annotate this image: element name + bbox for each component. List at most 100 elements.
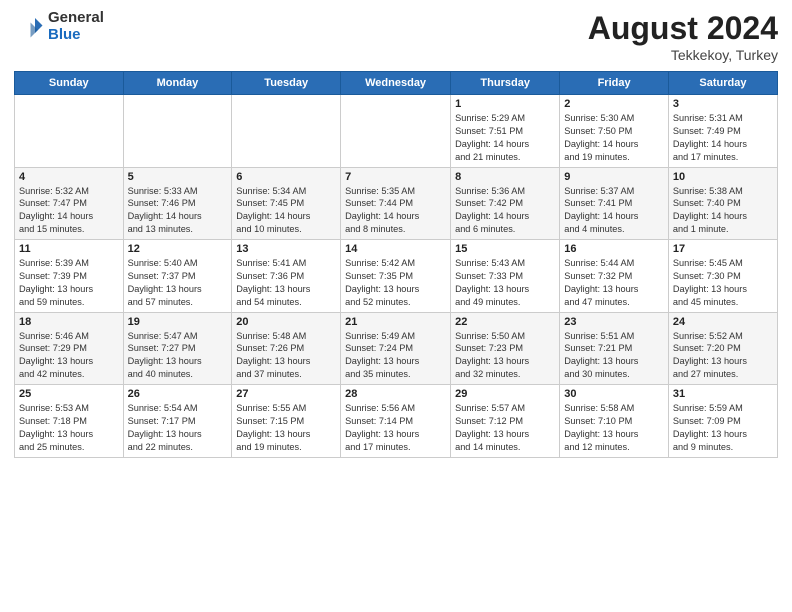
- calendar-table: Sunday Monday Tuesday Wednesday Thursday…: [14, 71, 778, 458]
- day-number: 7: [345, 171, 446, 183]
- day-info: Sunrise: 5:58 AM Sunset: 7:10 PM Dayligh…: [564, 402, 664, 454]
- table-row: 17 Sunrise: 5:45 AM Sunset: 7:30 PM Dayli…: [668, 240, 777, 313]
- table-row: 19 Sunrise: 5:47 AM Sunset: 7:27 PM Dayli…: [123, 312, 232, 385]
- day-number: 14: [345, 243, 446, 255]
- day-info: Sunrise: 5:59 AM Sunset: 7:09 PM Dayligh…: [673, 402, 773, 454]
- logo-blue: Blue: [48, 27, 104, 44]
- table-row: 23Sunrise: 5:51 AM Sunset: 7:21 PM Dayli…: [560, 312, 669, 385]
- day-number: 6: [236, 171, 336, 183]
- calendar-week-row: 25 Sunrise: 5:53 AM Sunset: 7:18 PM Dayli…: [15, 385, 778, 458]
- day-info: Sunrise: 5:31 AM Sunset: 7:49 PM Dayligh…: [673, 112, 773, 164]
- table-row: 1 Sunrise: 5:29 AM Sunset: 7:51 PM Daylig…: [451, 95, 560, 168]
- day-number: 8: [455, 171, 555, 183]
- day-number: 19: [128, 316, 228, 328]
- logo: General Blue: [14, 10, 104, 43]
- day-info: Sunrise: 5:38 AM Sunset: 7:40 PM Dayligh…: [673, 185, 773, 237]
- table-row: 13Sunrise: 5:41 AM Sunset: 7:36 PM Dayli…: [232, 240, 341, 313]
- calendar-week-row: 4 Sunrise: 5:32 AM Sunset: 7:47 PM Daylig…: [15, 167, 778, 240]
- table-row: [341, 95, 451, 168]
- day-number: 22: [455, 316, 555, 328]
- table-row: 29Sunrise: 5:57 AM Sunset: 7:12 PM Dayli…: [451, 385, 560, 458]
- day-number: 1: [455, 98, 555, 110]
- table-row: 15Sunrise: 5:43 AM Sunset: 7:33 PM Dayli…: [451, 240, 560, 313]
- table-row: 24Sunrise: 5:52 AM Sunset: 7:20 PM Dayli…: [668, 312, 777, 385]
- col-tuesday: Tuesday: [232, 72, 341, 95]
- day-info: Sunrise: 5:39 AM Sunset: 7:39 PM Dayligh…: [19, 257, 119, 309]
- table-row: 31 Sunrise: 5:59 AM Sunset: 7:09 PM Dayli…: [668, 385, 777, 458]
- day-info: Sunrise: 5:34 AM Sunset: 7:45 PM Dayligh…: [236, 185, 336, 237]
- table-row: 21 Sunrise: 5:49 AM Sunset: 7:24 PM Dayli…: [341, 312, 451, 385]
- day-number: 5: [128, 171, 228, 183]
- title-area: August 2024 Tekkekoy, Turkey: [588, 10, 778, 63]
- day-number: 4: [19, 171, 119, 183]
- day-number: 24: [673, 316, 773, 328]
- logo-icon: [14, 12, 44, 42]
- day-number: 30: [564, 388, 664, 400]
- col-wednesday: Wednesday: [341, 72, 451, 95]
- table-row: 9Sunrise: 5:37 AM Sunset: 7:41 PM Daylig…: [560, 167, 669, 240]
- table-row: 30 Sunrise: 5:58 AM Sunset: 7:10 PM Dayli…: [560, 385, 669, 458]
- day-number: 11: [19, 243, 119, 255]
- calendar-header-row: Sunday Monday Tuesday Wednesday Thursday…: [15, 72, 778, 95]
- col-monday: Monday: [123, 72, 232, 95]
- day-number: 10: [673, 171, 773, 183]
- day-info: Sunrise: 5:29 AM Sunset: 7:51 PM Dayligh…: [455, 112, 555, 164]
- day-number: 17: [673, 243, 773, 255]
- table-row: 14 Sunrise: 5:42 AM Sunset: 7:35 PM Dayli…: [341, 240, 451, 313]
- col-saturday: Saturday: [668, 72, 777, 95]
- table-row: 18Sunrise: 5:46 AM Sunset: 7:29 PM Dayli…: [15, 312, 124, 385]
- day-info: Sunrise: 5:48 AM Sunset: 7:26 PM Dayligh…: [236, 330, 336, 382]
- day-number: 23: [564, 316, 664, 328]
- table-row: [232, 95, 341, 168]
- table-row: 5 Sunrise: 5:33 AM Sunset: 7:46 PM Daylig…: [123, 167, 232, 240]
- day-info: Sunrise: 5:56 AM Sunset: 7:14 PM Dayligh…: [345, 402, 446, 454]
- table-row: [123, 95, 232, 168]
- day-info: Sunrise: 5:43 AM Sunset: 7:33 PM Dayligh…: [455, 257, 555, 309]
- day-number: 27: [236, 388, 336, 400]
- page: General Blue August 2024 Tekkekoy, Turke…: [0, 0, 792, 468]
- day-number: 2: [564, 98, 664, 110]
- logo-text: General Blue: [48, 10, 104, 43]
- day-number: 25: [19, 388, 119, 400]
- day-info: Sunrise: 5:33 AM Sunset: 7:46 PM Dayligh…: [128, 185, 228, 237]
- calendar-week-row: 11 Sunrise: 5:39 AM Sunset: 7:39 PM Dayli…: [15, 240, 778, 313]
- day-info: Sunrise: 5:50 AM Sunset: 7:23 PM Dayligh…: [455, 330, 555, 382]
- title-location: Tekkekoy, Turkey: [588, 47, 778, 63]
- table-row: 22 Sunrise: 5:50 AM Sunset: 7:23 PM Dayli…: [451, 312, 560, 385]
- table-row: 26Sunrise: 5:54 AM Sunset: 7:17 PM Dayli…: [123, 385, 232, 458]
- day-number: 31: [673, 388, 773, 400]
- day-info: Sunrise: 5:40 AM Sunset: 7:37 PM Dayligh…: [128, 257, 228, 309]
- day-info: Sunrise: 5:36 AM Sunset: 7:42 PM Dayligh…: [455, 185, 555, 237]
- day-info: Sunrise: 5:57 AM Sunset: 7:12 PM Dayligh…: [455, 402, 555, 454]
- table-row: 20 Sunrise: 5:48 AM Sunset: 7:26 PM Dayli…: [232, 312, 341, 385]
- day-number: 9: [564, 171, 664, 183]
- table-row: [15, 95, 124, 168]
- col-thursday: Thursday: [451, 72, 560, 95]
- day-info: Sunrise: 5:46 AM Sunset: 7:29 PM Dayligh…: [19, 330, 119, 382]
- day-info: Sunrise: 5:49 AM Sunset: 7:24 PM Dayligh…: [345, 330, 446, 382]
- day-number: 16: [564, 243, 664, 255]
- day-info: Sunrise: 5:53 AM Sunset: 7:18 PM Dayligh…: [19, 402, 119, 454]
- col-friday: Friday: [560, 72, 669, 95]
- day-info: Sunrise: 5:41 AM Sunset: 7:36 PM Dayligh…: [236, 257, 336, 309]
- day-info: Sunrise: 5:47 AM Sunset: 7:27 PM Dayligh…: [128, 330, 228, 382]
- day-number: 20: [236, 316, 336, 328]
- day-info: Sunrise: 5:42 AM Sunset: 7:35 PM Dayligh…: [345, 257, 446, 309]
- table-row: 10 Sunrise: 5:38 AM Sunset: 7:40 PM Dayli…: [668, 167, 777, 240]
- table-row: 3 Sunrise: 5:31 AM Sunset: 7:49 PM Daylig…: [668, 95, 777, 168]
- day-info: Sunrise: 5:35 AM Sunset: 7:44 PM Dayligh…: [345, 185, 446, 237]
- table-row: 25 Sunrise: 5:53 AM Sunset: 7:18 PM Dayli…: [15, 385, 124, 458]
- day-number: 12: [128, 243, 228, 255]
- table-row: 27Sunrise: 5:55 AM Sunset: 7:15 PM Dayli…: [232, 385, 341, 458]
- day-number: 3: [673, 98, 773, 110]
- table-row: 11 Sunrise: 5:39 AM Sunset: 7:39 PM Dayli…: [15, 240, 124, 313]
- table-row: 28Sunrise: 5:56 AM Sunset: 7:14 PM Dayli…: [341, 385, 451, 458]
- title-month: August 2024: [588, 10, 778, 47]
- header: General Blue August 2024 Tekkekoy, Turke…: [14, 10, 778, 63]
- day-info: Sunrise: 5:45 AM Sunset: 7:30 PM Dayligh…: [673, 257, 773, 309]
- day-info: Sunrise: 5:32 AM Sunset: 7:47 PM Dayligh…: [19, 185, 119, 237]
- calendar-week-row: 18Sunrise: 5:46 AM Sunset: 7:29 PM Dayli…: [15, 312, 778, 385]
- day-number: 21: [345, 316, 446, 328]
- day-info: Sunrise: 5:54 AM Sunset: 7:17 PM Dayligh…: [128, 402, 228, 454]
- table-row: 7 Sunrise: 5:35 AM Sunset: 7:44 PM Daylig…: [341, 167, 451, 240]
